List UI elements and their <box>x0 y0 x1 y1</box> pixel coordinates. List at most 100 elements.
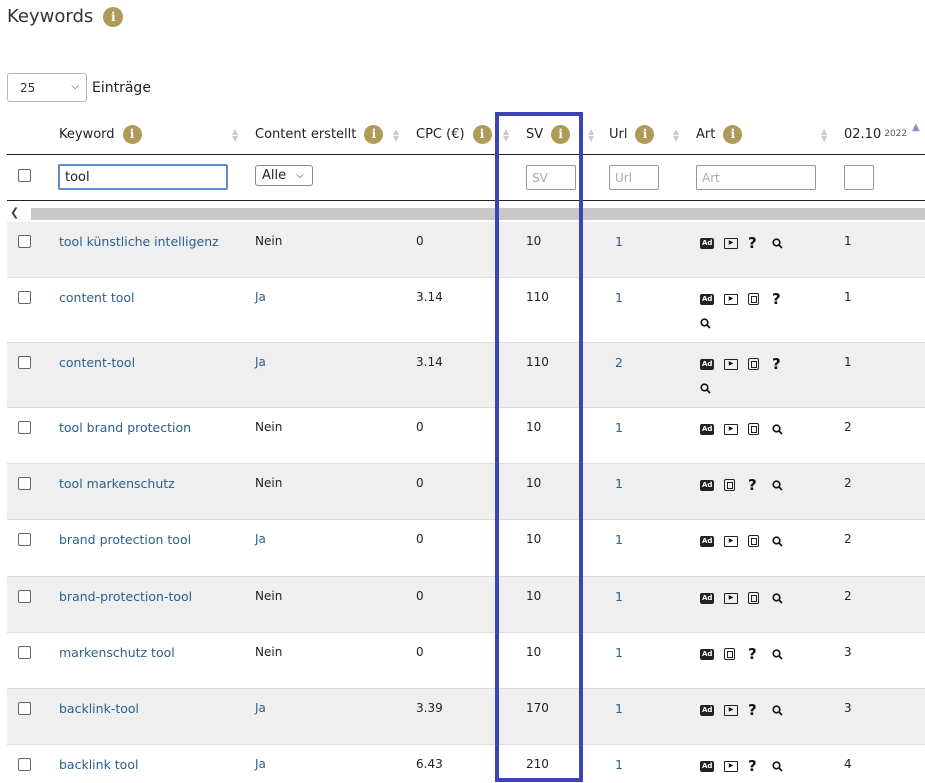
cpc-value: 0 <box>416 476 424 490</box>
row-checkbox[interactable] <box>18 646 31 659</box>
question-icon: ? <box>748 701 757 719</box>
rank-value: 4 <box>844 757 852 771</box>
keyword-link[interactable]: brand protection tool <box>59 532 191 547</box>
sv-value: 10 <box>526 234 542 248</box>
url-filter-input[interactable] <box>609 165 659 190</box>
info-icon[interactable]: i <box>723 124 743 144</box>
question-icon: ? <box>748 757 757 775</box>
row-checkbox[interactable] <box>18 291 31 304</box>
info-icon[interactable]: i <box>364 124 384 144</box>
keyword-link[interactable]: content tool <box>59 290 135 305</box>
column-label: CPC (€) <box>416 126 465 142</box>
table-row: backlink tool Ja 6.43 210 1 Ad ▶? 4 <box>7 745 925 783</box>
table-row: tool markenschutz Nein 0 10 1 Ad? 2 <box>7 464 925 520</box>
column-header-content[interactable]: Content erstellt i <box>255 122 384 146</box>
rank-value: 3 <box>844 701 852 715</box>
question-icon: ? <box>748 645 757 663</box>
cpc-value: 3.14 <box>416 355 443 369</box>
row-checkbox[interactable] <box>18 758 31 771</box>
cpc-value: 0 <box>416 532 424 546</box>
art-filter-input[interactable] <box>696 165 816 190</box>
url-count-link[interactable]: 1 <box>615 290 623 305</box>
keyword-filter-input[interactable] <box>58 164 228 190</box>
content-filter-select[interactable]: Alle ⌵ <box>255 165 313 186</box>
ad-icon: Ad <box>700 293 715 305</box>
url-count-link[interactable]: 1 <box>615 476 623 491</box>
url-count-link[interactable]: 1 <box>615 532 623 547</box>
keyword-link[interactable]: backlink tool <box>59 757 138 772</box>
row-checkbox[interactable] <box>18 421 31 434</box>
sort-icon[interactable]: ▲ ▼ <box>821 128 827 143</box>
info-icon[interactable]: i <box>551 124 571 144</box>
sort-icon[interactable]: ▲ ▼ <box>588 128 594 143</box>
news-icon <box>724 646 748 662</box>
row-checkbox[interactable] <box>18 477 31 490</box>
video-icon: ▶ <box>724 533 748 549</box>
keyword-link[interactable]: markenschutz tool <box>59 645 175 660</box>
column-label: SV <box>526 126 544 142</box>
news-icon <box>748 356 772 372</box>
select-all-checkbox[interactable] <box>18 169 31 182</box>
info-icon[interactable]: i <box>472 124 492 144</box>
row-checkbox[interactable] <box>18 590 31 603</box>
url-count-link[interactable]: 1 <box>615 701 623 716</box>
scroll-left-icon[interactable]: ❮ <box>10 206 19 219</box>
info-icon[interactable]: i <box>122 124 142 144</box>
column-header-art[interactable]: Art i <box>696 122 743 146</box>
scrollbar-thumb[interactable] <box>31 208 925 220</box>
url-count-link[interactable]: 1 <box>615 589 623 604</box>
url-count-link[interactable]: 1 <box>615 645 623 660</box>
row-checkbox[interactable] <box>18 356 31 369</box>
rank-value: 1 <box>844 290 852 304</box>
question-icon: ? <box>772 290 781 308</box>
video-icon: ▶ <box>724 758 748 774</box>
ad-icon: Ad <box>700 358 715 370</box>
row-checkbox[interactable] <box>18 533 31 546</box>
url-count-link[interactable]: 1 <box>615 234 623 249</box>
info-icon[interactable]: i <box>635 124 655 144</box>
column-header-sv[interactable]: SV i <box>526 122 571 146</box>
sort-icon[interactable]: ▲ ▼ <box>393 128 399 143</box>
rank-value: 3 <box>844 645 852 659</box>
sort-asc-icon[interactable]: ▲ <box>912 123 920 133</box>
url-count-link[interactable]: 2 <box>615 355 623 370</box>
column-label: 02.10 <box>844 126 882 142</box>
entries-select[interactable]: 25 <box>7 73 87 102</box>
content-status: Ja <box>255 290 266 304</box>
video-icon: ▶ <box>724 421 748 437</box>
column-header-date[interactable]: 02.10 2022 <box>844 122 907 146</box>
search-icon <box>772 702 796 718</box>
keyword-link[interactable]: tool künstliche intelligenz <box>59 234 219 249</box>
ad-icon: Ad <box>700 592 715 604</box>
info-icon[interactable]: i <box>103 6 124 27</box>
column-header-url[interactable]: Url i <box>609 122 655 146</box>
row-checkbox[interactable] <box>18 702 31 715</box>
content-status: Nein <box>255 645 283 659</box>
column-header-cpc[interactable]: CPC (€) i <box>416 122 492 146</box>
horizontal-scrollbar[interactable]: ❮ <box>7 206 925 222</box>
date-filter-input[interactable] <box>844 165 874 190</box>
sort-icon[interactable]: ▲ ▼ <box>503 128 509 143</box>
search-icon <box>772 758 796 774</box>
sv-filter-input[interactable] <box>526 165 576 190</box>
ad-icon: Ad <box>700 237 715 249</box>
art-icons: Ad ▶ <box>700 421 800 437</box>
keyword-link[interactable]: backlink-tool <box>59 701 139 716</box>
keyword-link[interactable]: tool brand protection <box>59 420 191 435</box>
sort-icon[interactable]: ▲ ▼ <box>673 128 679 143</box>
keyword-link[interactable]: content-tool <box>59 355 135 370</box>
url-count-link[interactable]: 1 <box>615 757 623 772</box>
keyword-link[interactable]: brand-protection-tool <box>59 589 192 604</box>
sv-value: 10 <box>526 645 542 659</box>
keyword-link[interactable]: tool markenschutz <box>59 476 175 491</box>
url-count-link[interactable]: 1 <box>615 420 623 435</box>
search-icon <box>700 380 724 396</box>
news-icon <box>724 477 748 493</box>
column-label-year: 2022 <box>884 129 908 139</box>
row-checkbox[interactable] <box>18 235 31 248</box>
search-icon <box>772 646 796 662</box>
sort-icon[interactable]: ▲ ▼ <box>232 128 238 143</box>
news-icon <box>748 291 772 307</box>
column-header-keyword[interactable]: Keyword i <box>59 122 142 146</box>
search-icon <box>772 590 796 606</box>
